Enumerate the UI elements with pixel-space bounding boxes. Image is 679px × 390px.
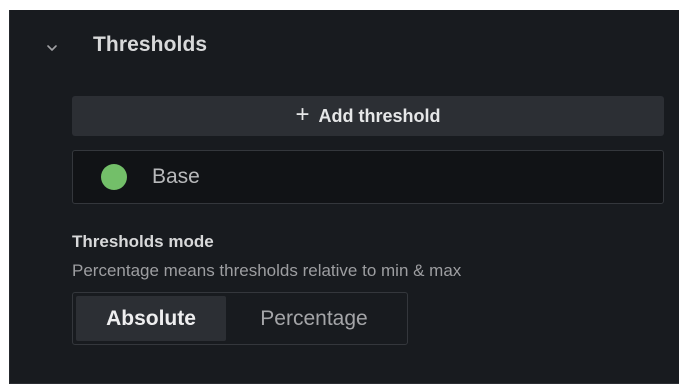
thresholds-section-header[interactable]: Thresholds <box>10 28 679 68</box>
add-threshold-label: Add threshold <box>318 105 441 126</box>
chevron-down-icon[interactable] <box>44 40 60 56</box>
thresholds-mode-title: Thresholds mode <box>72 232 214 251</box>
threshold-label: Base <box>152 165 200 188</box>
thresholds-mode-radio-group: Absolute Percentage <box>72 292 408 345</box>
add-threshold-button[interactable]: + Add threshold <box>72 96 664 136</box>
mode-option-percentage[interactable]: Percentage <box>226 296 402 341</box>
threshold-row-base: Base <box>72 150 664 204</box>
thresholds-mode-description: Percentage means thresholds relative to … <box>72 261 462 280</box>
mode-option-absolute[interactable]: Absolute <box>76 296 226 341</box>
threshold-color-swatch[interactable] <box>101 164 127 190</box>
thresholds-panel: Thresholds + Add threshold Base Threshol… <box>9 10 679 384</box>
plus-icon: + <box>295 101 310 128</box>
section-title: Thresholds <box>93 33 208 56</box>
